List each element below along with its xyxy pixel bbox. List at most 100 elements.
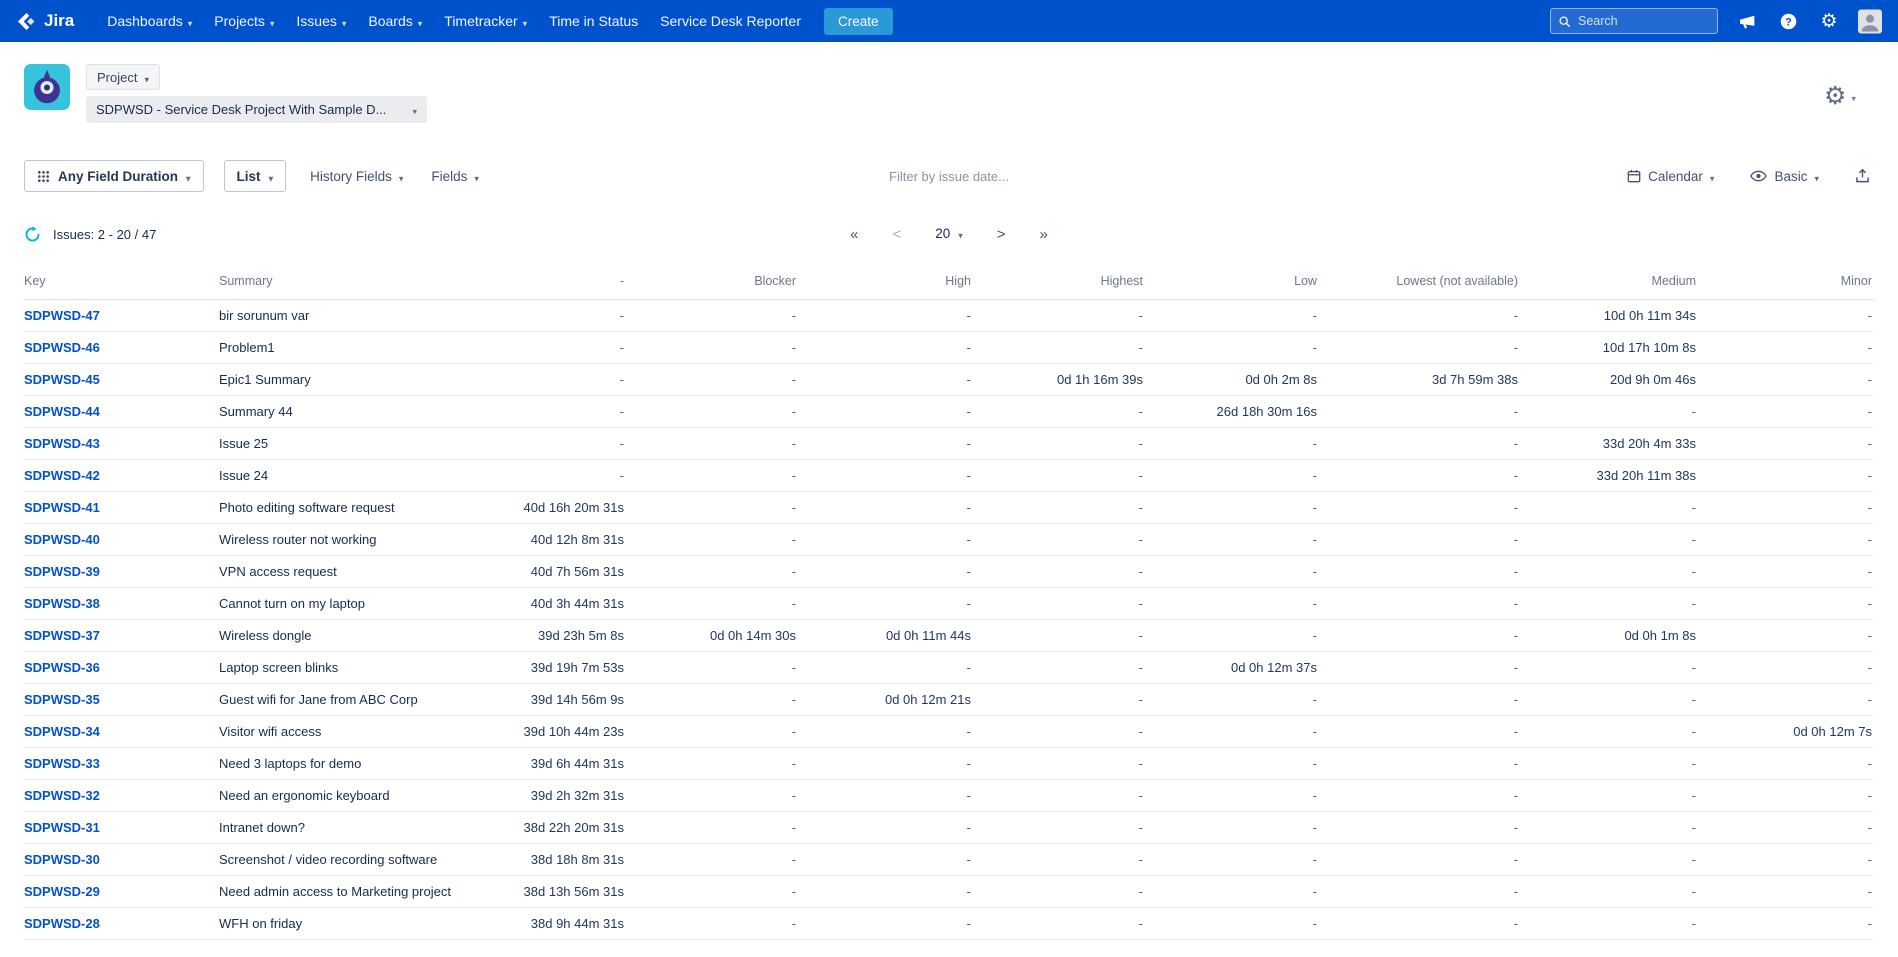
duration-cell: 38d 18h 8m 31s [454,844,626,876]
duration-cell: - [1520,396,1698,428]
nav-item-issues[interactable]: Issues [285,0,357,42]
table-row: SDPWSD-33Need 3 laptops for demo39d 6h 4… [24,748,1874,780]
issue-key-link[interactable]: SDPWSD-28 [24,916,100,931]
issue-key-link[interactable]: SDPWSD-39 [24,564,100,579]
duration-cell: - [626,780,798,812]
issue-key-link[interactable]: SDPWSD-44 [24,404,100,419]
duration-cell: 40d 7h 56m 31s [454,556,626,588]
project-type-dropdown[interactable]: Project [86,64,160,90]
search-input[interactable] [1550,8,1718,34]
duration-cell: - [973,684,1145,716]
duration-cell: - [973,620,1145,652]
view-mode-label: Basic [1774,169,1807,184]
nav-item-label: Timetracker [444,13,517,29]
history-fields-dropdown[interactable]: History Fields [306,169,407,184]
gear-icon: ⚙ [1824,84,1846,109]
pagination-next-button[interactable] [997,227,1006,242]
issue-key-link[interactable]: SDPWSD-32 [24,788,100,803]
duration-cell: 38d 22h 20m 31s [454,812,626,844]
project-select-dropdown[interactable]: SDPWSD - Service Desk Project With Sampl… [86,96,427,123]
user-avatar[interactable] [1858,9,1882,33]
report-settings-button[interactable]: ⚙ [1824,84,1856,109]
duration-cell: - [1698,332,1874,364]
table-row: SDPWSD-38Cannot turn on my laptop40d 3h … [24,588,1874,620]
issue-key-link[interactable]: SDPWSD-34 [24,724,100,739]
issue-key-link[interactable]: SDPWSD-42 [24,468,100,483]
create-button[interactable]: Create [824,8,893,35]
chevron-down-icon [269,169,274,184]
duration-cell: 40d 16h 20m 31s [454,492,626,524]
nav-item-dashboards[interactable]: Dashboards [96,0,203,42]
duration-cell: - [1145,684,1319,716]
duration-cell: 0d 0h 1m 8s [1520,620,1698,652]
issue-key-link[interactable]: SDPWSD-29 [24,884,100,899]
duration-cell: - [973,748,1145,780]
duration-cell: - [1698,876,1874,908]
duration-cell: 0d 1h 16m 39s [973,364,1145,396]
issue-key-link[interactable]: SDPWSD-31 [24,820,100,835]
duration-cell: 39d 10h 44m 23s [454,716,626,748]
duration-cell: - [1698,460,1874,492]
issues-table: KeySummary-BlockerHighHighestLowLowest (… [24,274,1874,940]
settings-button[interactable]: ⚙ [1817,9,1841,33]
issue-key-link[interactable]: SDPWSD-30 [24,852,100,867]
duration-cell: - [626,876,798,908]
column-header: Highest [973,274,1145,300]
duration-cell: - [973,300,1145,332]
pagination-first-button[interactable] [850,227,858,242]
issue-key-link[interactable]: SDPWSD-33 [24,756,100,771]
export-button[interactable] [1851,168,1874,184]
issue-date-filter-input[interactable] [739,169,1159,184]
issue-summary: Need admin access to Marketing project [219,876,454,908]
issue-key-link[interactable]: SDPWSD-45 [24,372,100,387]
duration-cell: 39d 2h 32m 31s [454,780,626,812]
nav-item-label: Time in Status [549,13,638,29]
duration-field-dropdown[interactable]: Any Field Duration [24,160,204,192]
issue-key-link[interactable]: SDPWSD-41 [24,500,100,515]
table-row: SDPWSD-37Wireless dongle39d 23h 5m 8s0d … [24,620,1874,652]
jira-logo[interactable]: Jira [16,11,74,32]
duration-cell: - [798,428,973,460]
issue-key-link[interactable]: SDPWSD-40 [24,532,100,547]
announcements-button[interactable] [1735,9,1759,33]
nav-item-projects[interactable]: Projects [203,0,285,42]
refresh-button[interactable] [24,226,41,243]
page-size-select[interactable]: 20 [935,227,963,241]
duration-cell: - [798,780,973,812]
chevron-down-icon [399,169,404,184]
duration-cell: - [798,716,973,748]
fields-label: Fields [431,169,467,184]
table-row: SDPWSD-32Need an ergonomic keyboard39d 2… [24,780,1874,812]
column-header: - [454,274,626,300]
nav-item-time-in-status[interactable]: Time in Status [538,0,649,42]
duration-cell: - [1698,428,1874,460]
duration-cell: - [973,908,1145,940]
table-row: SDPWSD-35Guest wifi for Jane from ABC Co… [24,684,1874,716]
issue-summary: Summary 44 [219,396,454,428]
pagination-last-button[interactable] [1040,227,1048,242]
issue-key-link[interactable]: SDPWSD-36 [24,660,100,675]
issue-key-link[interactable]: SDPWSD-38 [24,596,100,611]
help-button[interactable]: ? [1776,9,1800,33]
view-dropdown[interactable]: List [224,160,287,192]
issue-key-link[interactable]: SDPWSD-37 [24,628,100,643]
duration-cell: - [1698,396,1874,428]
duration-cell: - [1145,748,1319,780]
duration-cell: - [798,812,973,844]
nav-item-service-desk-reporter[interactable]: Service Desk Reporter [649,0,812,42]
fields-dropdown[interactable]: Fields [427,169,483,184]
nav-item-boards[interactable]: Boards [357,0,433,42]
brand-label: Jira [44,11,74,31]
duration-cell: - [1145,620,1319,652]
view-mode-dropdown[interactable]: Basic [1746,169,1823,184]
pagination-prev-button[interactable] [892,227,901,242]
issue-key-link[interactable]: SDPWSD-43 [24,436,100,451]
duration-cell: - [1319,812,1520,844]
calendar-dropdown[interactable]: Calendar [1623,169,1718,184]
duration-cell: - [973,396,1145,428]
duration-cell: - [1698,812,1874,844]
nav-item-timetracker[interactable]: Timetracker [433,0,538,42]
issue-key-link[interactable]: SDPWSD-47 [24,308,100,323]
issue-key-link[interactable]: SDPWSD-35 [24,692,100,707]
issue-key-link[interactable]: SDPWSD-46 [24,340,100,355]
